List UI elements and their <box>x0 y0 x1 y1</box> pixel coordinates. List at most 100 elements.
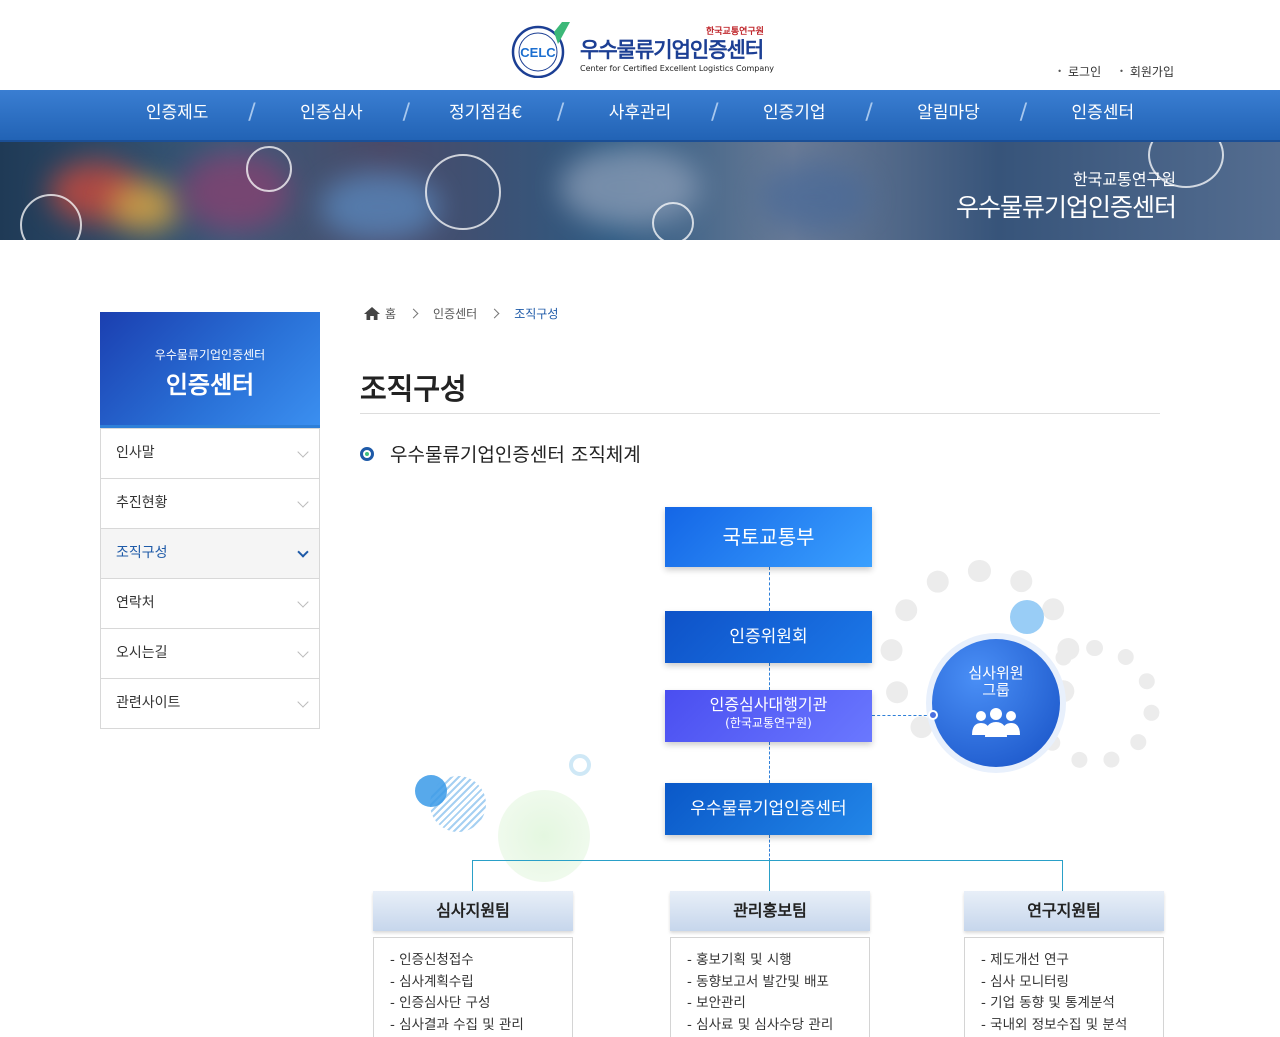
site-header: CELC 한국교통연구원 우수물류기업인증센터 Center for Certi… <box>0 0 1280 90</box>
chat-icon <box>652 202 694 240</box>
login-link[interactable]: 로그인 <box>1057 63 1101 80</box>
banner-title: 우수물류기업인증센터 <box>955 193 1177 222</box>
connector-dot <box>928 710 938 720</box>
org-node-committee: 인증위원회 <box>665 611 872 663</box>
side-item-organization[interactable]: 조직구성 <box>101 528 319 578</box>
title-divider <box>360 413 1160 414</box>
chevron-down-icon <box>297 646 309 658</box>
org-node-agency: 인증심사대행기관 (한국교통연구원) <box>665 690 872 742</box>
banner-bokeh <box>760 162 870 232</box>
banner-subtitle: 한국교통연구원 <box>1072 170 1176 189</box>
utility-links: 로그인 회원가입 <box>1057 63 1174 80</box>
decoration-ring <box>569 754 591 776</box>
chevron-down-icon <box>297 696 309 708</box>
side-item-contact[interactable]: 연락처 <box>101 578 319 628</box>
team-duty: - 기업 동향 및 통계분석 <box>981 995 1115 1011</box>
side-item-label: 연락처 <box>116 595 155 611</box>
team-duty: - 동향보고서 발간및 배포 <box>687 973 829 990</box>
chevron-right-icon <box>408 308 419 319</box>
side-item-label: 오시는길 <box>116 645 168 661</box>
decoration-circle <box>498 790 590 882</box>
bullet-icon <box>360 446 374 461</box>
home-icon[interactable] <box>364 307 380 320</box>
site-logo[interactable]: CELC 한국교통연구원 우수물류기업인증센터 Center for Certi… <box>510 18 780 80</box>
signup-link[interactable]: 회원가입 <box>1119 63 1174 80</box>
side-menu-subtitle: 우수물류기업인증센터 <box>154 348 266 362</box>
side-item-greeting[interactable]: 인사말 <box>101 428 319 478</box>
org-node-center: 우수물류기업인증센터 <box>665 783 872 835</box>
nav-item-certification-center[interactable]: 인증센터 <box>1020 90 1180 142</box>
nav-item-certification-system[interactable]: 인증제도 <box>100 90 254 142</box>
team-duty: - 심사료 및 심사수당 관리 <box>687 1016 834 1033</box>
connector-line <box>872 715 932 716</box>
side-item-label: 인사말 <box>116 445 155 461</box>
nav-item-periodic-inspection[interactable]: 정기점검€ <box>403 90 563 142</box>
team-duty: - 인증신청접수 <box>390 952 474 968</box>
team-review-support: 심사지원팀 - 인증신청접수 - 심사계획수립 - 인증심사단 구성 - 심사결… <box>373 891 573 1037</box>
team-duties: - 홍보기획 및 시행 - 동향보고서 발간및 배포 - 보안관리 - 심사료 … <box>670 937 870 1037</box>
team-duty: - 제도개선 연구 <box>981 952 1069 968</box>
team-duties: - 제도개선 연구 - 심사 모니터링 - 기업 동향 및 통계분석 - 국내외… <box>964 937 1164 1037</box>
celc-emblem-icon: CELC <box>511 22 570 78</box>
connector-line <box>1062 860 1063 891</box>
reviewer-group-line1: 심사위원 <box>968 664 1024 682</box>
side-item-progress[interactable]: 추진현황 <box>101 478 319 528</box>
team-name: 연구지원팀 <box>964 891 1164 931</box>
connector-line <box>472 860 473 891</box>
org-node-ministry: 국토교통부 <box>665 507 872 567</box>
side-item-directions[interactable]: 오시는길 <box>101 628 319 678</box>
team-duty: - 인증심사단 구성 <box>390 995 491 1011</box>
chevron-right-icon <box>489 308 500 319</box>
decoration-circle <box>1010 600 1044 634</box>
team-research-support: 연구지원팀 - 제도개선 연구 - 심사 모니터링 - 기업 동향 및 통계분석… <box>964 891 1164 1037</box>
main-nav: 인증제도 인증심사 정기점검€ 사후관리 인증기업 알림마당 인증센터 <box>0 90 1280 142</box>
cloud-icon <box>246 146 292 192</box>
team-name: 심사지원팀 <box>373 891 573 931</box>
svg-text:CELC: CELC <box>520 45 556 60</box>
team-duty: - 홍보기획 및 시행 <box>687 952 792 968</box>
breadcrumb-center[interactable]: 인증센터 <box>433 305 477 322</box>
connector-line <box>472 860 1063 861</box>
team-duties: - 인증신청접수 - 심사계획수립 - 인증심사단 구성 - 심사결과 수집 및… <box>373 937 573 1037</box>
team-name: 관리홍보팀 <box>670 891 870 931</box>
page-title: 조직구성 <box>360 372 467 406</box>
side-item-label: 추진현황 <box>116 495 168 511</box>
connector-line <box>769 742 770 783</box>
team-management-pr: 관리홍보팀 - 홍보기획 및 시행 - 동향보고서 발간및 배포 - 보안관리 … <box>670 891 870 1037</box>
logo-title: 우수물류기업인증센터 <box>580 38 764 62</box>
connector-line <box>769 860 770 891</box>
side-item-related-sites[interactable]: 관련사이트 <box>101 678 319 728</box>
people-group-icon <box>972 708 1020 737</box>
side-item-label: 관련사이트 <box>116 695 181 711</box>
team-duty: - 심사계획수립 <box>390 973 474 990</box>
section-title: 우수물류기업인증센터 조직체계 <box>360 440 641 467</box>
nav-item-notices[interactable]: 알림마당 <box>865 90 1025 142</box>
connector-line <box>769 567 770 611</box>
breadcrumb-current[interactable]: 조직구성 <box>514 305 558 322</box>
decoration-circle <box>415 775 447 807</box>
side-item-label: 조직구성 <box>116 545 168 561</box>
chevron-down-icon <box>297 496 309 508</box>
chevron-down-icon <box>297 546 309 558</box>
org-node-agency-sub: (한국교통연구원) <box>725 716 812 730</box>
team-duty: - 보안관리 <box>687 995 746 1011</box>
team-duty: - 국내외 정보수집 및 분석 <box>981 1016 1128 1033</box>
org-node-agency-label: 인증심사대행기관 <box>709 695 828 714</box>
sub-banner: 한국교통연구원 우수물류기업인증센터 <box>0 142 1280 240</box>
nav-item-certification-review[interactable]: 인증심사 <box>248 90 408 142</box>
side-menu-title: 인증센터 <box>165 371 255 399</box>
reviewer-group-line2: 그룹 <box>982 681 1010 699</box>
chevron-down-icon <box>297 446 309 458</box>
section-title-text: 우수물류기업인증센터 조직체계 <box>390 444 641 466</box>
breadcrumb: 홈 인증센터 조직구성 <box>364 305 558 322</box>
banner-bokeh <box>320 172 440 240</box>
nav-item-certified-companies[interactable]: 인증기업 <box>711 90 871 142</box>
breadcrumb-home[interactable]: 홈 <box>385 305 396 322</box>
team-duty: - 심사결과 수집 및 관리 <box>390 1016 524 1033</box>
team-duty: - 심사 모니터링 <box>981 973 1069 990</box>
connector-line <box>769 663 770 690</box>
nav-item-post-management[interactable]: 사후관리 <box>557 90 717 142</box>
side-menu-header: 우수물류기업인증센터 인증센터 <box>100 312 320 428</box>
logo-subtitle: Center for Certified Excellent Logistics… <box>580 64 775 73</box>
chevron-down-icon <box>297 596 309 608</box>
